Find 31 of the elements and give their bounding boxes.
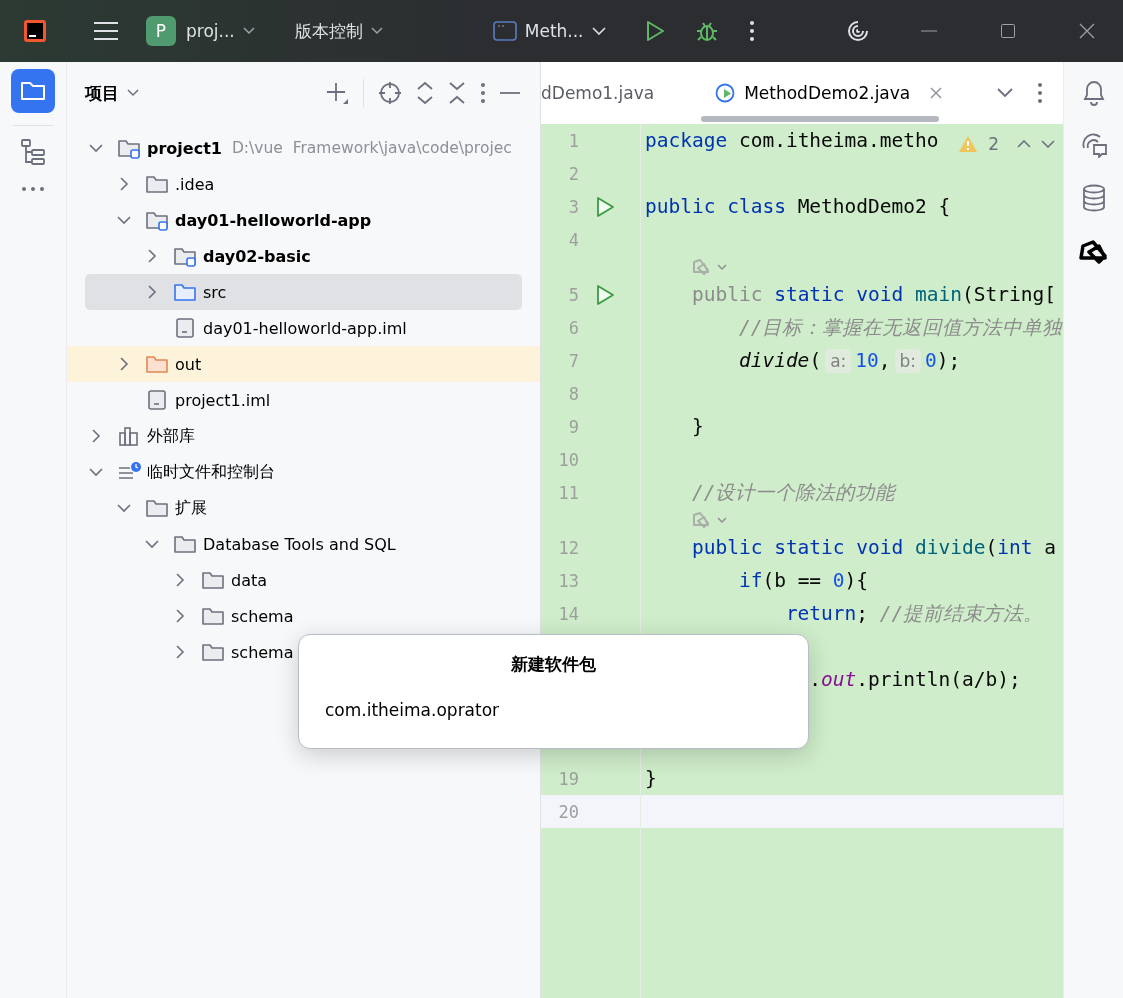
line-number: 3 — [567, 196, 579, 217]
code-line: public class MethodDemo2 { — [645, 195, 951, 218]
code-line: } — [690, 415, 704, 438]
line-number: 13 — [557, 570, 579, 591]
line-number: 7 — [567, 350, 579, 371]
code-line: .out.println(a/b); — [808, 668, 1021, 691]
line-number: 10 — [557, 449, 579, 470]
line-number: 20 — [557, 801, 579, 822]
line-number: 8 — [567, 383, 579, 404]
code-line: package com.itheima.metho — [645, 129, 939, 152]
line-number: 11 — [557, 482, 579, 503]
dialog-title: 新建软件包 — [511, 653, 596, 676]
code-line: divide( a: 10, b: 0); — [737, 349, 961, 372]
line-number: 5 — [567, 284, 579, 305]
line-number: 6 — [567, 317, 579, 338]
project-path: D:\vue Framework\java\code\projec — [231, 139, 512, 157]
line-number: 4 — [567, 229, 579, 250]
code-line: if(b == 0){ — [737, 569, 869, 592]
line-number: 1 — [567, 130, 579, 151]
line-number: 14 — [557, 603, 579, 624]
code-line: public static void divide(int a — [690, 536, 1056, 559]
line-number: 19 — [557, 768, 579, 789]
line-number: 12 — [557, 537, 579, 558]
code-line: public static void main(String[ — [690, 283, 1056, 306]
code-line: return; //提前结束方法。 — [784, 601, 1044, 627]
code-line: //目标：掌握在无返回值方法中单独 — [737, 315, 1063, 341]
line-number: 2 — [567, 163, 579, 184]
code-line: //设计一个除法的功能 — [690, 480, 896, 506]
code-line: } — [645, 767, 657, 790]
warning-count: 2 — [988, 134, 999, 154]
line-number: 9 — [567, 416, 579, 437]
